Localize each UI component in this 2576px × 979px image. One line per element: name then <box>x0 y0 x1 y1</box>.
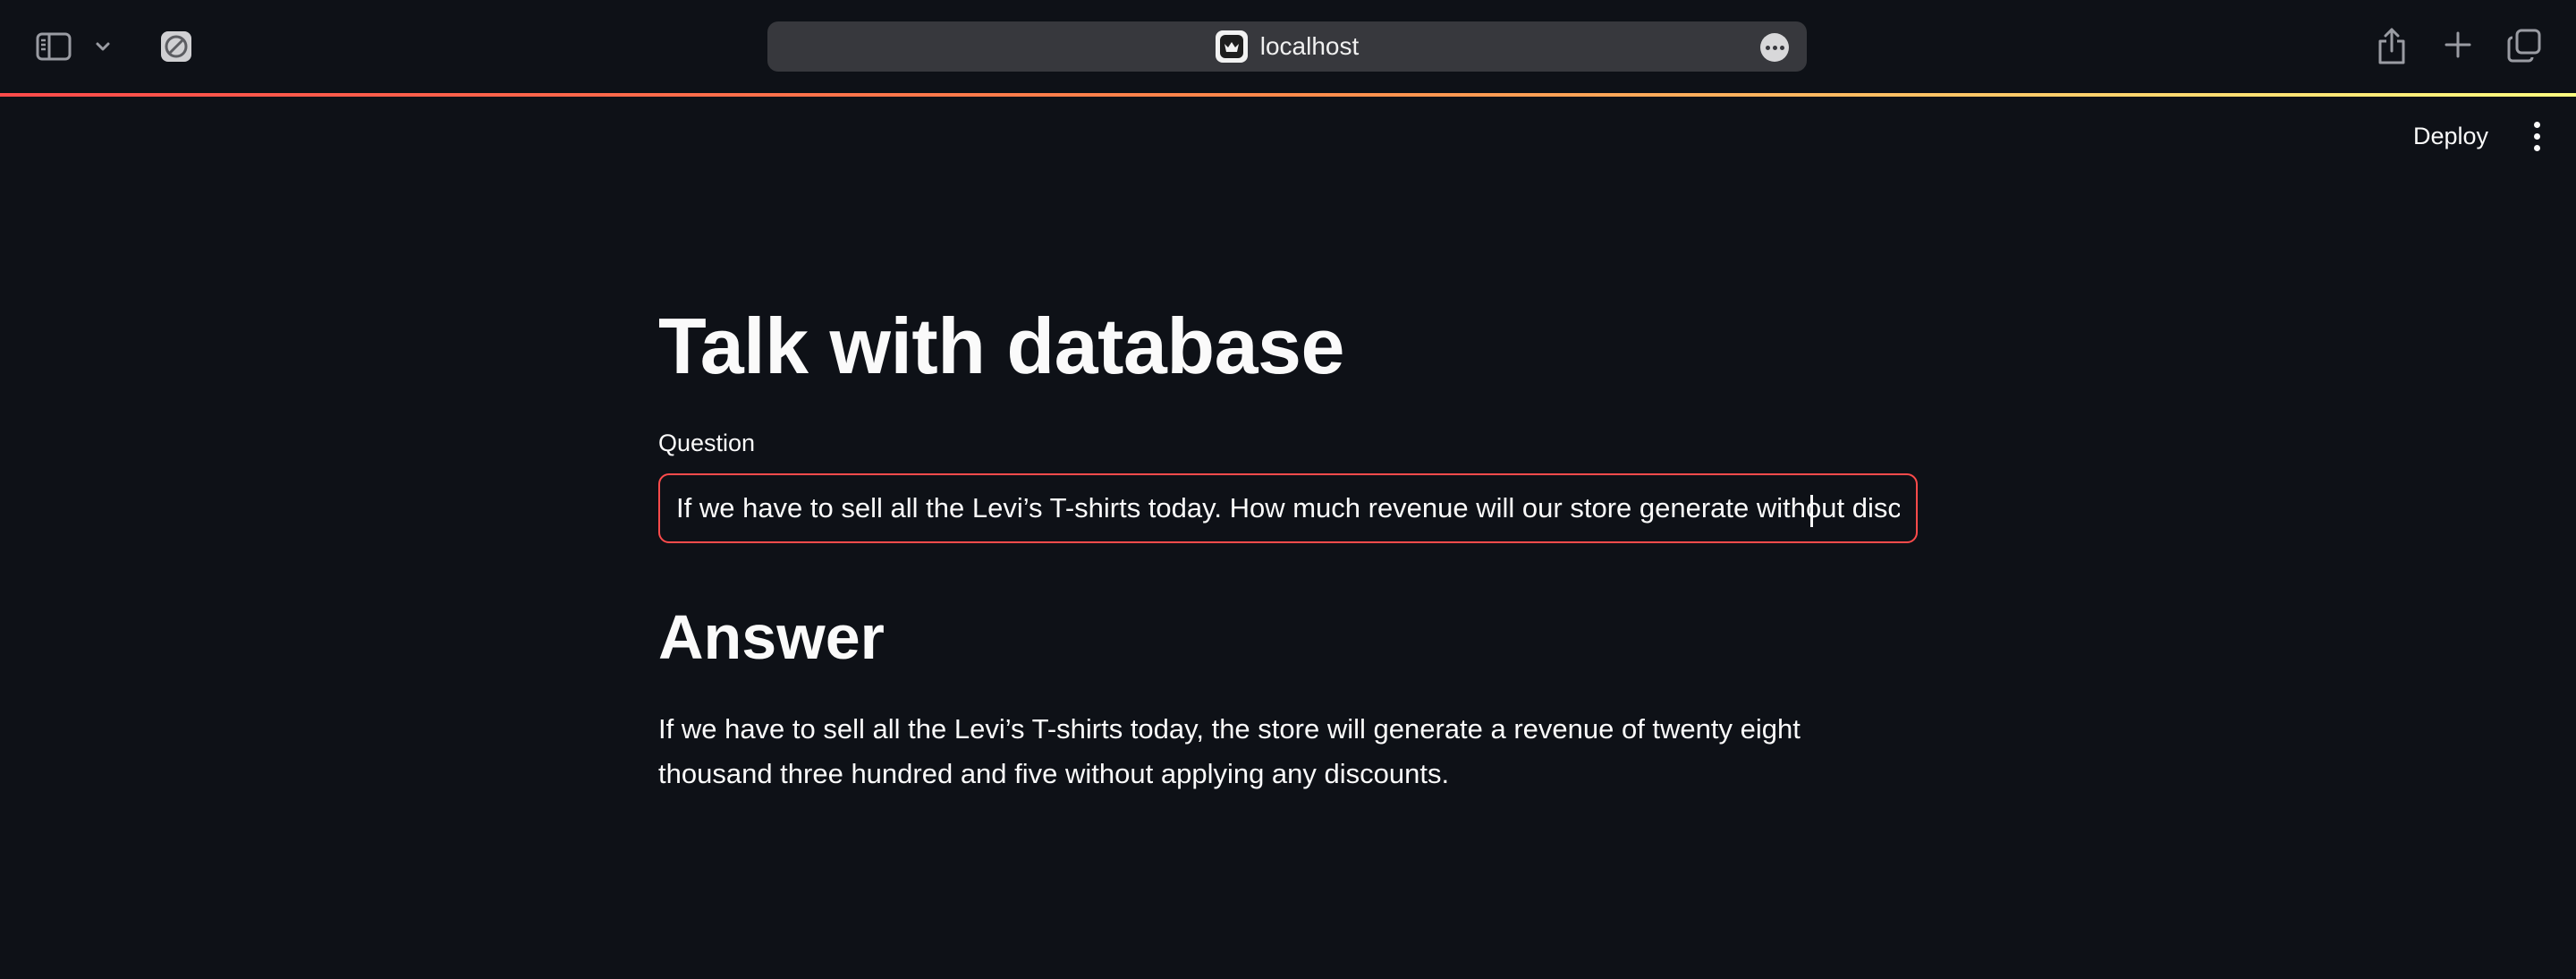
question-label: Question <box>658 430 756 456</box>
url-text: localhost <box>1259 32 1360 60</box>
chevron-down-icon[interactable] <box>89 32 116 61</box>
page-title: Talk with database <box>658 302 1344 390</box>
kebab-menu-icon[interactable] <box>2521 116 2553 156</box>
tabs-icon[interactable] <box>2504 27 2544 64</box>
deploy-button[interactable]: Deploy <box>2397 115 2504 157</box>
question-input-value: If we have to sell all the Levi’s T-shir… <box>676 492 1900 524</box>
sidebar-icon[interactable] <box>34 29 73 64</box>
header-decoration-line <box>0 93 2576 97</box>
share-icon[interactable] <box>2374 25 2410 66</box>
plus-icon[interactable] <box>2440 27 2476 63</box>
answer-heading: Answer <box>658 602 885 672</box>
text-caret <box>1810 495 1813 527</box>
address-bar[interactable]: localhost <box>767 21 1807 72</box>
question-input[interactable]: If we have to sell all the Levi’s T-shir… <box>658 473 1918 543</box>
answer-text: If we have to sell all the Levi’s T-shir… <box>658 713 1801 789</box>
more-icon[interactable] <box>1760 33 1789 62</box>
streamlit-crown-icon <box>1215 30 1248 63</box>
browser-toolbar: localhost <box>0 0 2576 93</box>
compass-icon[interactable] <box>157 29 195 64</box>
